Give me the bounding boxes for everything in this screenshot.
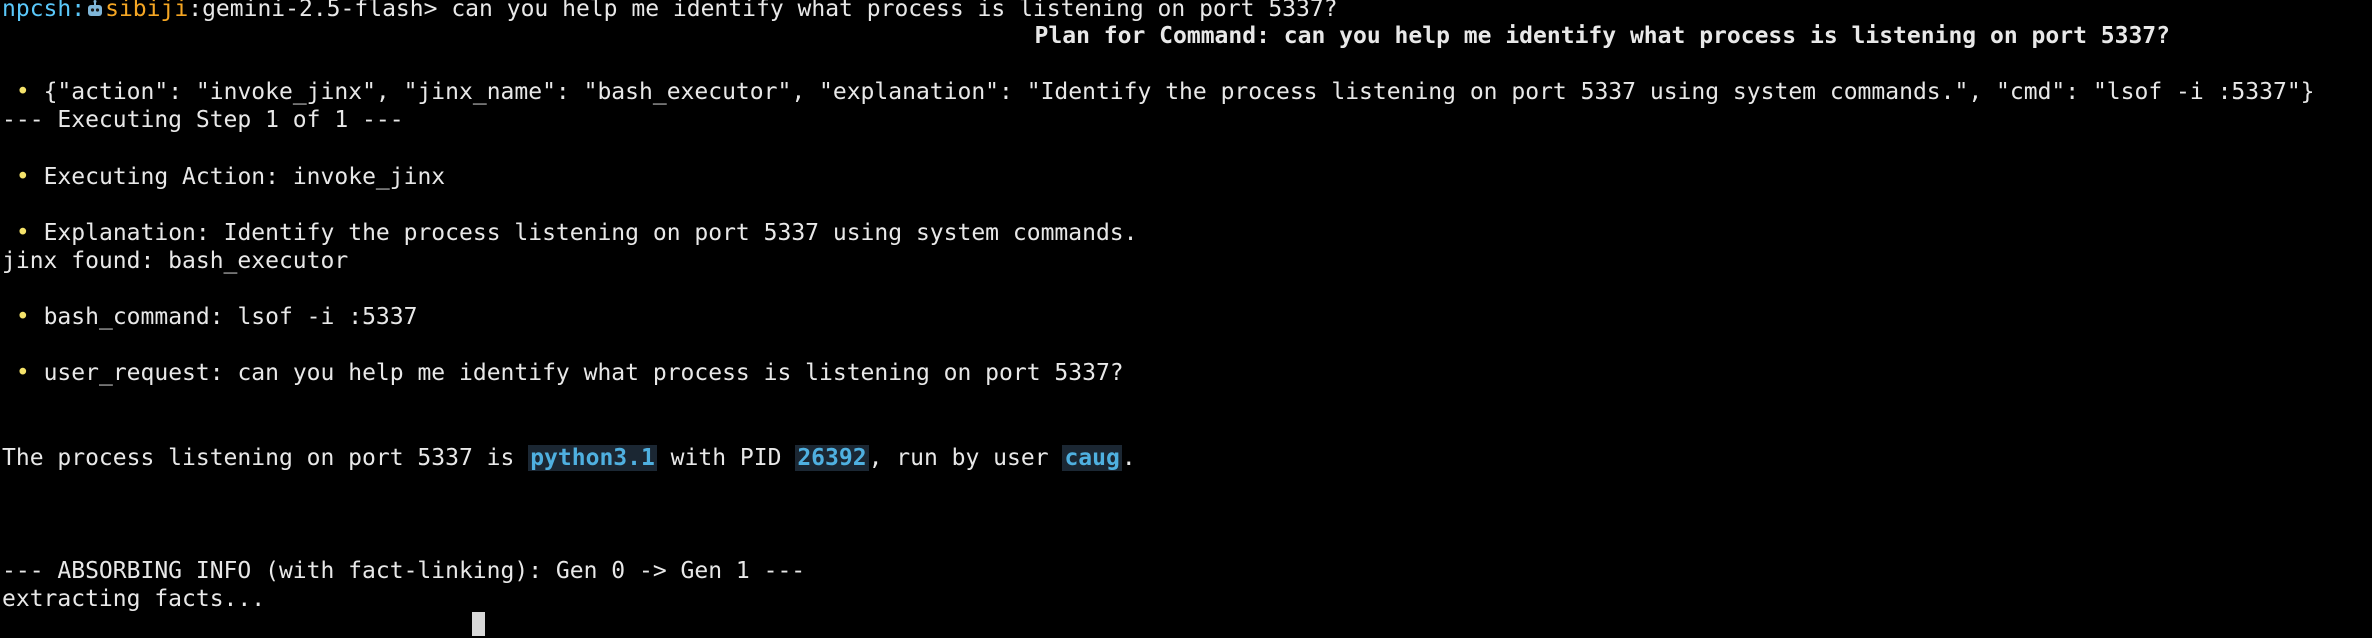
terminal-window: npcsh: sibiji:gemini-2.5-flash> can you h…	[0, 0, 2372, 636]
command-text: can you help me identify what process is…	[437, 0, 1338, 22]
result-text-post: .	[1121, 445, 1136, 471]
bullet-icon: •	[15, 79, 30, 105]
bash-command-text: bash_command: lsof -i :5337	[43, 304, 418, 330]
result-text-mid2: , run by user	[868, 445, 1063, 471]
exec-action-text: Executing Action: invoke_jinx	[43, 164, 446, 190]
prompt-line: npcsh: sibiji:gemini-2.5-flash> can you h…	[2, 0, 1338, 23]
absorb-header: --- ABSORBING INFO (with fact-linking): …	[2, 558, 806, 584]
input-line[interactable]	[2, 610, 485, 638]
result-line: The process listening on port 5337 is py…	[2, 444, 1136, 472]
bullet-icon: •	[15, 220, 30, 246]
bash-command-line: • bash_command: lsof -i :5337	[2, 303, 418, 331]
jinx-found-line: jinx found: bash_executor	[2, 248, 349, 274]
bullet-icon: •	[15, 360, 30, 386]
prompt-caret: >	[423, 0, 438, 22]
shell-name: npcsh	[2, 0, 72, 22]
process-name: python3.1	[528, 445, 657, 471]
text-cursor[interactable]	[472, 612, 485, 636]
process-user: caug	[1062, 445, 1122, 471]
extracting-line: extracting facts...	[2, 586, 266, 612]
step-header: --- Executing Step 1 of 1 ---	[2, 107, 404, 133]
process-pid: 26392	[795, 445, 869, 471]
prompt-separator: :	[71, 0, 86, 22]
action-json: {"action": "invoke_jinx", "jinx_name": "…	[43, 79, 2315, 105]
result-text-pre: The process listening on port 5337 is	[2, 445, 529, 471]
action-line: • {"action": "invoke_jinx", "jinx_name":…	[2, 78, 2315, 106]
explanation-line: • Explanation: Identify the process list…	[2, 219, 1138, 247]
result-text-mid1: with PID	[656, 445, 796, 471]
user-request-line: • user_request: can you help me identify…	[2, 359, 1124, 387]
robot-icon	[86, 0, 104, 16]
explanation-text: Explanation: Identify the process listen…	[43, 220, 1138, 246]
plan-title: Plan for Command: can you help me identi…	[1034, 23, 2170, 49]
npc-name: sibiji	[105, 0, 189, 22]
exec-action-line: • Executing Action: invoke_jinx	[2, 163, 445, 191]
bullet-icon: •	[15, 304, 30, 330]
model-name: gemini-2.5-flash	[202, 0, 424, 22]
bullet-icon: •	[15, 164, 30, 190]
user-request-text: user_request: can you help me identify w…	[43, 360, 1124, 386]
prompt-separator-2: :	[188, 0, 203, 22]
